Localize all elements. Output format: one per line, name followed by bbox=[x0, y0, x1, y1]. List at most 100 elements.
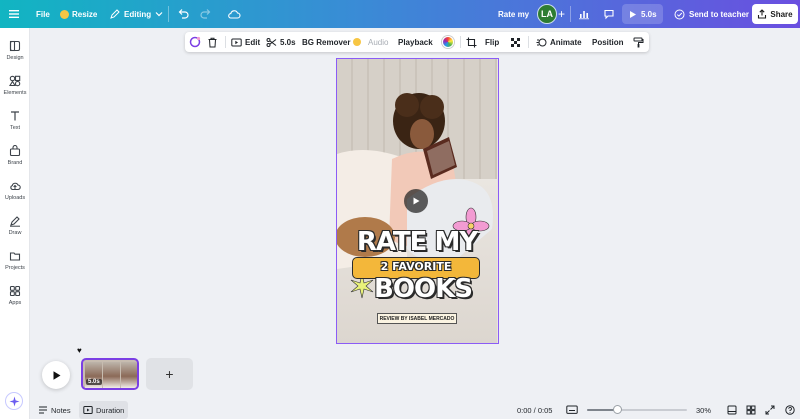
context-toolbar: Edit 5.0s BG Remover Audio Playback Flip… bbox=[185, 32, 649, 52]
sidebar-item-draw[interactable]: Draw bbox=[0, 211, 30, 241]
clip-frame bbox=[121, 362, 137, 388]
cloud-save-status[interactable] bbox=[227, 0, 241, 28]
animate-icon bbox=[536, 38, 547, 46]
time-readout: 0:00 / 0:05 bbox=[517, 405, 553, 415]
editing-label: Editing bbox=[124, 9, 152, 19]
share-button[interactable]: Share bbox=[752, 4, 798, 24]
divider bbox=[570, 6, 571, 22]
chevron-down-icon bbox=[155, 12, 163, 17]
editing-mode-dropdown[interactable]: Editing bbox=[110, 0, 163, 28]
undo-button[interactable] bbox=[177, 0, 189, 28]
position-button[interactable]: Position bbox=[592, 32, 624, 52]
bg-remover-label: BG Remover bbox=[302, 37, 351, 47]
magic-edit-button[interactable] bbox=[189, 32, 201, 52]
sidebar-item-brand[interactable]: Brand bbox=[0, 141, 30, 171]
help-button[interactable] bbox=[785, 401, 795, 419]
crop-button[interactable] bbox=[466, 32, 477, 52]
sidebar-label: Design bbox=[6, 55, 24, 61]
top-bar: File Resize Editing Rate my LA + 5.0s Se… bbox=[0, 0, 800, 28]
resize-button[interactable]: Resize bbox=[60, 0, 97, 28]
zoom-slider-handle[interactable] bbox=[612, 405, 622, 414]
undo-icon bbox=[178, 9, 189, 19]
clip-duration: 5.0s bbox=[86, 379, 102, 385]
trim-duration: 5.0s bbox=[280, 37, 296, 47]
resize-label: Resize bbox=[72, 9, 98, 19]
captions-button[interactable] bbox=[566, 401, 578, 419]
checkerboard-icon bbox=[511, 37, 520, 47]
present-button[interactable]: 5.0s bbox=[622, 4, 663, 24]
add-page-button[interactable]: + bbox=[146, 358, 193, 390]
sparkle-icon bbox=[9, 396, 19, 406]
animate-button[interactable]: Animate bbox=[536, 32, 582, 52]
sidebar-label: Projects bbox=[5, 265, 25, 271]
share-label: Share bbox=[770, 9, 793, 19]
playback-button[interactable]: Playback bbox=[398, 32, 433, 52]
paint-roller-icon bbox=[633, 37, 644, 47]
insights-button[interactable] bbox=[578, 0, 590, 28]
design-page[interactable]: RATE MY 2 FAVORITE BOOKS REVIEW BY ISABE… bbox=[336, 58, 499, 344]
magic-assistant-button[interactable] bbox=[5, 392, 23, 410]
trim-button[interactable]: 5.0s bbox=[266, 32, 296, 52]
sidebar-item-uploads[interactable]: Uploads bbox=[0, 176, 30, 206]
transparency-button[interactable] bbox=[510, 32, 521, 52]
zoom-level[interactable]: 30% bbox=[696, 401, 711, 419]
left-sidebar: Design Elements Text Brand Uploads Draw … bbox=[0, 28, 30, 419]
animate-label: Animate bbox=[550, 37, 582, 47]
duration-button[interactable]: Duration bbox=[79, 401, 129, 419]
crown-icon bbox=[353, 38, 362, 46]
delete-button[interactable] bbox=[207, 32, 218, 52]
design-title[interactable]: Rate my bbox=[498, 0, 529, 28]
edit-video-button[interactable]: Edit bbox=[231, 32, 260, 52]
sidebar-label: Text bbox=[9, 125, 21, 131]
send-to-teacher-label: Send to teacher bbox=[689, 9, 750, 19]
video-play-overlay[interactable] bbox=[404, 189, 428, 213]
timeline-clip[interactable]: 5.0s bbox=[81, 358, 139, 390]
sidebar-label: Draw bbox=[8, 230, 22, 236]
brand-icon bbox=[9, 145, 21, 157]
cloud-icon bbox=[228, 10, 241, 19]
headline-rate-my[interactable]: RATE MY bbox=[337, 227, 497, 257]
sidebar-item-apps[interactable]: Apps bbox=[0, 281, 30, 311]
sidebar-label: Uploads bbox=[4, 195, 26, 201]
hamburger-icon bbox=[9, 10, 19, 18]
clip-frame bbox=[103, 362, 120, 388]
projects-icon bbox=[9, 252, 21, 261]
comment-icon bbox=[604, 9, 614, 20]
sidebar-item-elements[interactable]: Elements bbox=[0, 71, 30, 101]
crown-icon bbox=[60, 9, 69, 19]
color-wheel-icon bbox=[442, 36, 454, 48]
uploads-icon bbox=[10, 182, 21, 191]
sidebar-item-design[interactable]: Design bbox=[0, 36, 30, 66]
zoom-slider[interactable] bbox=[587, 405, 687, 414]
send-to-teacher-button[interactable]: Send to teacher bbox=[668, 4, 755, 24]
timeline-play-button[interactable] bbox=[42, 361, 70, 389]
divider bbox=[460, 36, 461, 48]
main-menu-button[interactable] bbox=[8, 0, 20, 28]
hair-curl bbox=[420, 95, 444, 119]
bg-remover-button[interactable]: BG Remover bbox=[302, 32, 362, 52]
add-collaborator-button[interactable]: + bbox=[558, 0, 565, 28]
review-byline[interactable]: REVIEW BY ISABEL MERCADO bbox=[377, 313, 457, 324]
headline-2-favorite[interactable]: 2 FAVORITE bbox=[352, 260, 480, 273]
caption-icon bbox=[566, 405, 578, 414]
redo-button[interactable] bbox=[200, 0, 212, 28]
fullscreen-button[interactable] bbox=[765, 401, 775, 419]
sidebar-item-text[interactable]: Text bbox=[0, 106, 30, 136]
notes-button[interactable]: Notes bbox=[38, 401, 71, 419]
sidebar-label: Brand bbox=[7, 160, 23, 166]
comments-button[interactable] bbox=[603, 0, 615, 28]
page-view-button[interactable] bbox=[727, 401, 737, 419]
audio-button[interactable]: Audio bbox=[368, 32, 388, 52]
playhead-marker-icon[interactable]: ♥ bbox=[77, 346, 82, 355]
sidebar-label: Elements bbox=[3, 90, 27, 96]
file-menu[interactable]: File bbox=[36, 0, 50, 28]
grid-view-button[interactable] bbox=[746, 401, 756, 419]
magic-wand-icon bbox=[189, 36, 201, 48]
sidebar-item-projects[interactable]: Projects bbox=[0, 246, 30, 276]
flip-button[interactable]: Flip bbox=[485, 32, 499, 52]
color-button[interactable] bbox=[442, 32, 454, 52]
avatar[interactable]: LA bbox=[537, 4, 557, 24]
copy-style-button[interactable] bbox=[633, 32, 644, 52]
headline-books[interactable]: BOOKS bbox=[349, 274, 497, 304]
play-icon bbox=[413, 197, 420, 205]
